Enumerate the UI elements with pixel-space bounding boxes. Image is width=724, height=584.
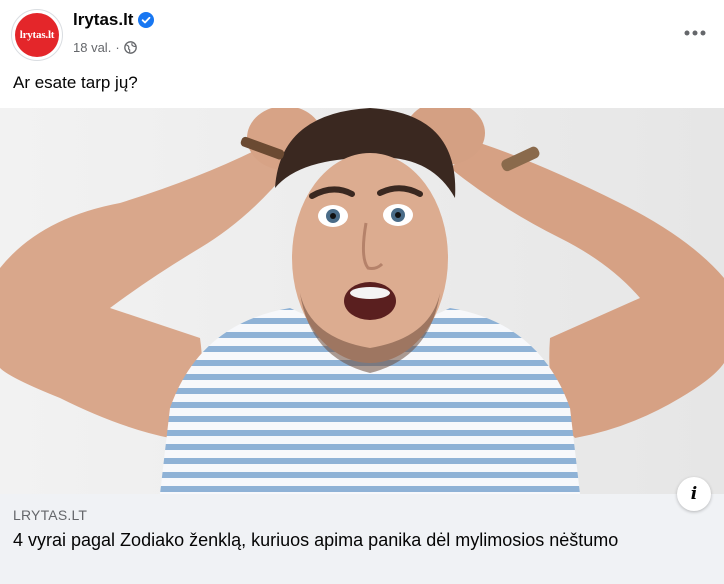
post-timestamp[interactable]: 18 val. bbox=[73, 40, 111, 55]
page-avatar[interactable]: lrytas.lt bbox=[11, 9, 63, 61]
post-image[interactable] bbox=[0, 108, 724, 494]
globe-icon[interactable] bbox=[123, 40, 137, 54]
post-header: lrytas.lt lrytas.lt 18 val. · bbox=[0, 0, 724, 64]
avatar-logo-text: lrytas.lt bbox=[19, 29, 55, 41]
link-domain: LRYTAS.LT bbox=[13, 507, 88, 523]
page-name-link[interactable]: lrytas.lt bbox=[73, 10, 133, 30]
more-options-icon bbox=[684, 23, 706, 41]
info-button[interactable]: i bbox=[677, 477, 711, 511]
meta-separator: · bbox=[115, 39, 120, 55]
page-name-row: lrytas.lt bbox=[73, 9, 155, 31]
more-options-button[interactable] bbox=[680, 18, 710, 46]
avatar-logo: lrytas.lt bbox=[15, 13, 59, 57]
post-meta: 18 val. · bbox=[73, 38, 137, 56]
link-title[interactable]: 4 vyrai pagal Zodiako ženklą, kuriuos ap… bbox=[13, 528, 703, 552]
verified-badge-icon bbox=[138, 12, 155, 28]
link-preview[interactable]: LRYTAS.LT 4 vyrai pagal Zodiako ženklą, … bbox=[0, 494, 724, 584]
info-icon: i bbox=[690, 484, 698, 504]
post-text: Ar esate tarp jų? bbox=[13, 73, 138, 92]
post-image-illustration bbox=[0, 108, 724, 494]
